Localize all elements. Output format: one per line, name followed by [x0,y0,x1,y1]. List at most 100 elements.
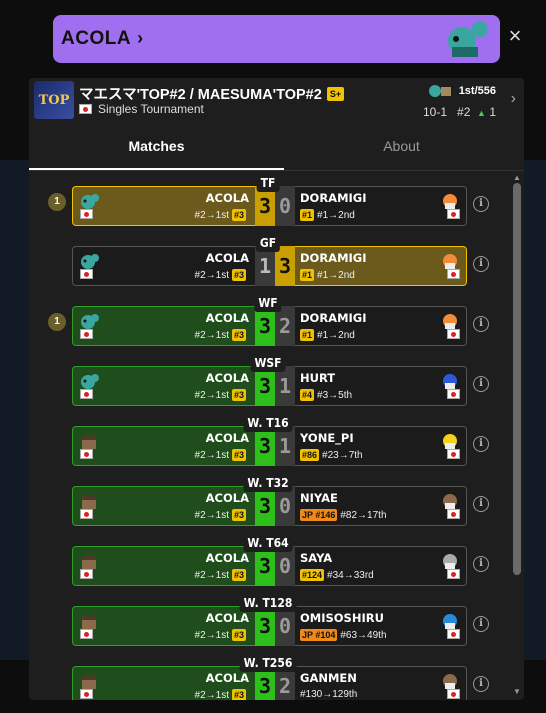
seed-text: #2→1st [194,629,229,641]
seed-info: JP #146 #82→17th [300,509,387,521]
player-banner[interactable]: ACOLA › [53,15,500,63]
score-left: 3 [255,186,275,226]
match-row[interactable]: W. T64 ACOLA #2→1st #3 30 SAYA #124 #34→33… [29,531,524,587]
scrollbar-thumb[interactable] [513,183,521,575]
info-icon[interactable]: i [473,556,489,572]
player-right[interactable]: GANMEN #130→129th [295,666,467,700]
rank-badge: #1 [300,329,315,341]
round-label: WSF [250,355,286,372]
scrollbar[interactable]: ▲ ▼ [512,173,522,697]
rank-badge: JP #146 [300,509,338,521]
score-left: 1 [255,246,275,286]
player-name: ACOLA [205,311,249,325]
japan-flag-icon [447,269,460,279]
info-icon[interactable]: i [473,376,489,392]
japan-flag-icon [447,389,460,399]
scroll-down-icon[interactable]: ▼ [512,687,522,697]
info-icon[interactable]: i [473,436,489,452]
match-row[interactable]: W. T32 ACOLA #2→1st #3 30 NIYAE JP #146 #8… [29,471,524,527]
player-left[interactable]: ACOLA #2→1st #3 [72,486,255,526]
tier-badge: S+ [326,87,345,101]
round-label: W. T32 [243,475,293,492]
player-left[interactable]: ACOLA #2→1st #3 [72,666,255,700]
player-right[interactable]: OMISOSHIRU JP #104 #63→49th [295,606,467,646]
score-right: 0 [275,546,295,586]
player-right[interactable]: DORAMIGI #1 #1→2nd [295,306,467,346]
player-right[interactable]: DORAMIGI #1 #1→2nd [295,246,467,286]
rank-dot: 1 [48,313,66,331]
tab-matches[interactable]: Matches [29,122,284,170]
banner-player-name[interactable]: ACOLA › [61,28,144,50]
player-left[interactable]: ACOLA #2→1st #3 [72,366,255,406]
round-label: WF [254,295,282,312]
tab-about[interactable]: About [279,122,524,170]
match-row[interactable]: 1 TF ACOLA #2→1st #3 30 DORAMIGI #1 #1→2nd … [29,171,524,227]
player-left[interactable]: ACOLA #2→1st #3 [72,426,255,466]
japan-flag-icon [447,209,460,219]
match-list: 1 TF ACOLA #2→1st #3 30 DORAMIGI #1 #1→2nd … [29,171,524,700]
match-row[interactable]: GF ACOLA #2→1st #3 13 DORAMIGI #1 #1→2nd i [29,231,524,287]
scroll-up-icon[interactable]: ▲ [512,173,522,183]
close-icon[interactable]: × [506,25,524,47]
info-icon[interactable]: i [473,316,489,332]
score-right: 0 [275,186,295,226]
round-label: TF [256,175,280,192]
player-right[interactable]: NIYAE JP #146 #82→17th [295,486,467,526]
japan-flag-icon [80,269,93,279]
player-left[interactable]: ACOLA #2→1st #3 [72,246,255,286]
info-icon[interactable]: i [473,676,489,692]
tournament-title-text: マエスマ'TOP#2 / MAESUMA'TOP#2 [79,87,322,103]
player-avatar-icon [78,253,100,279]
record-value: 10-1 [422,105,447,119]
tournament-header[interactable]: TOP マエスマ'TOP#2 / MAESUMA'TOP#2 S+ Singles… [29,78,524,122]
player-right[interactable]: SAYA #124 #34→33rd [295,546,467,586]
player-name: DORAMIGI [300,311,367,325]
score-right: 2 [275,306,295,346]
seed-info: JP #104 #63→49th [300,629,387,641]
rank-dot: 1 [48,193,66,211]
info-icon[interactable]: i [473,496,489,512]
player-left[interactable]: ACOLA #2→1st #3 [72,186,255,226]
rank-badge: #1 [300,269,315,281]
seed-info: #2→1st #3 [195,269,249,281]
tournament-panel: TOP マエスマ'TOP#2 / MAESUMA'TOP#2 S+ Singles… [29,78,524,700]
player-left[interactable]: ACOLA #2→1st #3 [72,306,255,346]
seed-info: #2→1st #3 [195,569,249,581]
score-right: 1 [275,366,295,406]
info-icon[interactable]: i [473,196,489,212]
chevron-right-icon[interactable]: › [511,90,516,108]
player-mini-avatar-icon [428,85,451,97]
placement: 1st/556 [427,84,496,98]
player-name: NIYAE [300,491,338,505]
rank-badge: #3 [231,569,246,581]
seed-info: #1 #1→2nd [300,329,355,341]
match-row[interactable]: W. T16 ACOLA #2→1st #3 31 YONE_PI #86 #23→… [29,411,524,467]
seed-text: #2→1st [194,689,229,701]
player-right[interactable]: DORAMIGI #1 #1→2nd [295,186,467,226]
player-name: GANMEN [300,671,357,685]
japan-flag-icon [80,629,93,639]
seed-text: #2→1st [194,329,229,341]
player-left[interactable]: ACOLA #2→1st #3 [72,606,255,646]
japan-flag-icon [447,569,460,579]
player-name: ACOLA [205,371,249,385]
player-name: DORAMIGI [300,191,367,205]
seed-info: #1 #1→2nd [300,269,355,281]
player-name: ACOLA [205,191,249,205]
match-row[interactable]: WSF ACOLA #2→1st #3 31 HURT #4 #3→5th i [29,351,524,407]
info-icon[interactable]: i [473,256,489,272]
match-row[interactable]: W. T128 ACOLA #2→1st #3 30 OMISOSHIRU JP … [29,591,524,647]
player-avatar-icon [439,193,461,219]
seed-text: #34→33rd [327,569,374,581]
match-row[interactable]: 1 WF ACOLA #2→1st #3 32 DORAMIGI #1 #1→2nd … [29,291,524,347]
seed-text: #1→2nd [317,269,355,281]
match-row[interactable]: W. T256 ACOLA #2→1st #3 32 GANMEN #130→12… [29,651,524,700]
player-avatar-icon [78,313,100,339]
player-name: OMISOSHIRU [300,611,384,625]
player-left[interactable]: ACOLA #2→1st #3 [72,546,255,586]
seed-info: #2→1st #3 [195,629,249,641]
info-icon[interactable]: i [473,616,489,632]
player-right[interactable]: YONE_PI #86 #23→7th [295,426,467,466]
seed-info: #2→1st #3 [195,209,249,221]
player-right[interactable]: HURT #4 #3→5th [295,366,467,406]
